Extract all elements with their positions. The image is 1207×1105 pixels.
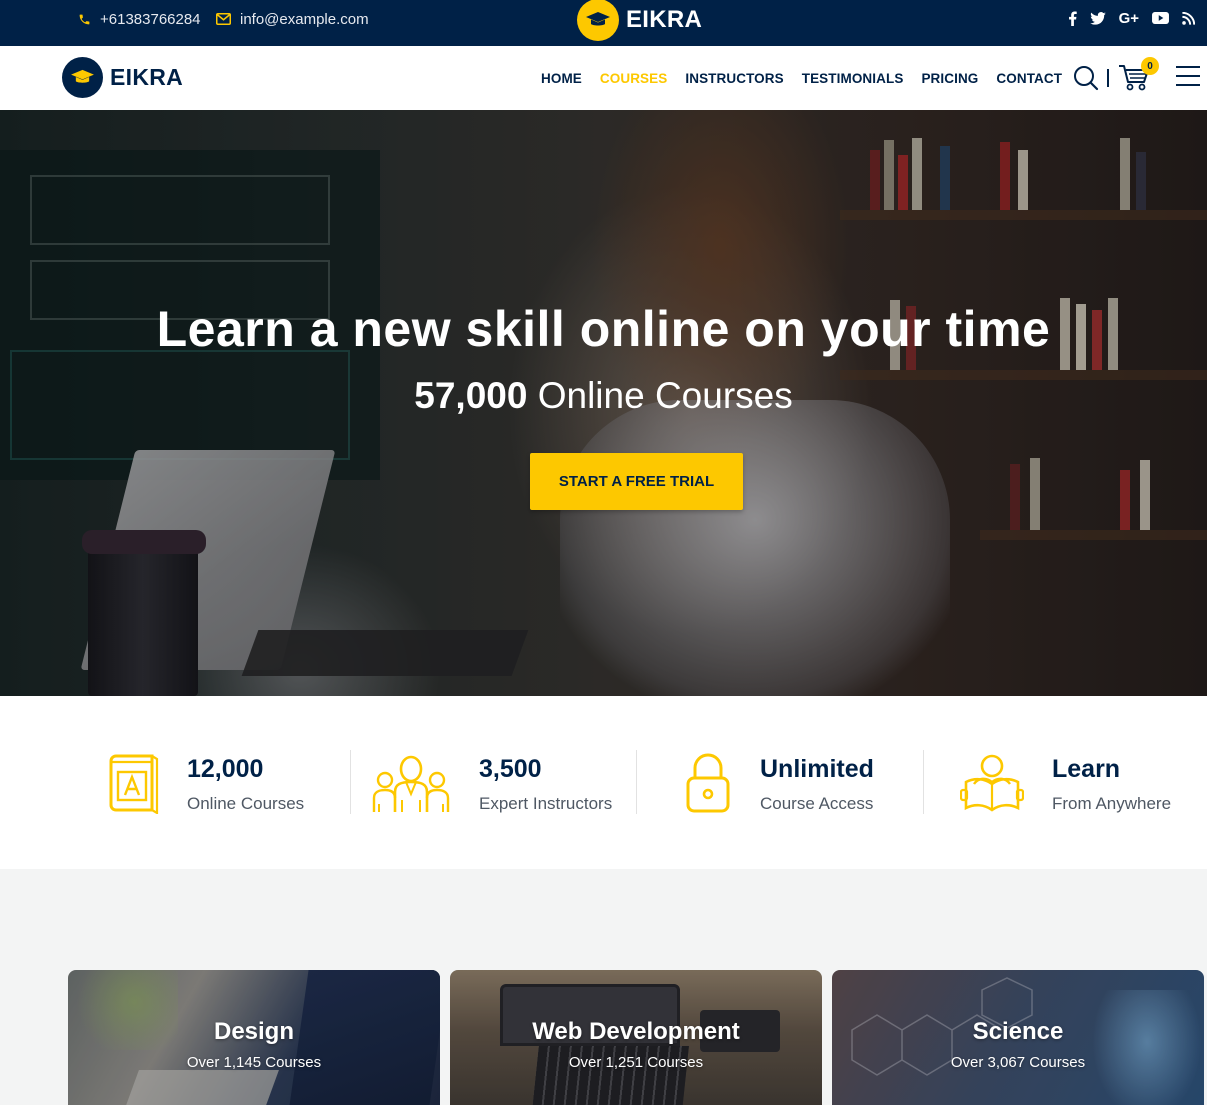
feature-label: Online Courses bbox=[187, 794, 305, 813]
top-logo[interactable]: EIKRA bbox=[577, 0, 703, 41]
email-contact[interactable]: info@example.com bbox=[216, 0, 369, 38]
lock-icon bbox=[685, 752, 731, 819]
category-title: Design bbox=[213, 1018, 294, 1045]
feature-divider bbox=[636, 750, 637, 814]
feature-unlimited-access: Unlimited Course Access bbox=[685, 748, 915, 818]
course-categories: Design Over 1,145 Courses Web Developmen… bbox=[0, 869, 1207, 1105]
feature-label: Course Access bbox=[760, 794, 874, 813]
social-links: G+ bbox=[1068, 0, 1195, 36]
hero-subtitle: 57,000 Online Courses bbox=[0, 375, 1207, 417]
top-logo-text: EIKRA bbox=[626, 6, 703, 33]
nav-divider bbox=[1107, 69, 1109, 87]
feature-number: Unlimited bbox=[760, 755, 874, 783]
feature-label: From Anywhere bbox=[1052, 794, 1172, 813]
hero-subtitle-text: Online Courses bbox=[537, 375, 793, 416]
feature-number: 12,000 bbox=[187, 755, 264, 783]
hero-course-count: 57,000 bbox=[414, 375, 528, 416]
feature-label: Expert Instructors bbox=[479, 794, 613, 813]
main-menu: HOME COURSES INSTRUCTORS TESTIMONIALS PR… bbox=[541, 46, 1080, 110]
feature-expert-instructors: 3,500 Expert Instructors bbox=[371, 748, 631, 818]
phone-contact[interactable]: +61383766284 bbox=[78, 0, 201, 38]
nav-item-pricing[interactable]: PRICING bbox=[921, 71, 978, 86]
phone-icon bbox=[79, 14, 90, 24]
feature-online-courses: 12,000 Online Courses bbox=[108, 748, 338, 818]
category-subtitle: Over 1,251 Courses bbox=[568, 1054, 704, 1071]
youtube-icon[interactable] bbox=[1152, 12, 1169, 24]
hero-banner: Learn a new skill online on your time 57… bbox=[0, 110, 1207, 696]
nav-item-instructors[interactable]: INSTRUCTORS bbox=[685, 71, 783, 86]
graduation-cap-icon bbox=[62, 57, 103, 98]
search-icon[interactable] bbox=[1073, 65, 1099, 96]
feature-learn-anywhere: Learn From Anywhere bbox=[959, 748, 1200, 819]
nav-item-testimonials[interactable]: TESTIMONIALS bbox=[802, 71, 904, 86]
email-address: info@example.com bbox=[240, 10, 369, 28]
graduation-cap-icon bbox=[577, 0, 619, 41]
reader-icon bbox=[959, 752, 1025, 819]
twitter-icon[interactable] bbox=[1089, 11, 1106, 25]
feature-divider bbox=[350, 750, 351, 814]
category-card-design[interactable]: Design Over 1,145 Courses bbox=[68, 970, 440, 1105]
nav-item-home[interactable]: HOME bbox=[541, 71, 582, 86]
nav-item-courses[interactable]: COURSES bbox=[600, 71, 667, 86]
envelope-icon bbox=[216, 13, 231, 25]
category-card-science[interactable]: Science Over 3,067 Courses bbox=[832, 970, 1204, 1105]
feature-divider bbox=[923, 750, 924, 814]
google-plus-icon[interactable]: G+ bbox=[1119, 10, 1139, 27]
book-icon bbox=[108, 752, 160, 819]
top-bar: +61383766284 info@example.com EIKRA G+ bbox=[0, 0, 1207, 46]
category-title: Web Development bbox=[532, 1018, 740, 1045]
instructors-icon bbox=[371, 752, 451, 819]
features-strip: 12,000 Online Courses 3,500 Expert Instr… bbox=[0, 696, 1207, 869]
nav-item-contact[interactable]: CONTACT bbox=[996, 71, 1062, 86]
start-free-trial-button[interactable]: START A FREE TRIAL bbox=[530, 453, 743, 510]
phone-number: +61383766284 bbox=[100, 10, 201, 28]
hamburger-menu-icon[interactable] bbox=[1176, 66, 1200, 93]
rss-icon[interactable] bbox=[1182, 11, 1195, 25]
facebook-icon[interactable] bbox=[1068, 10, 1077, 26]
category-subtitle: Over 1,145 Courses bbox=[186, 1054, 322, 1071]
brand-logo-text: EIKRA bbox=[110, 64, 184, 90]
category-title: Science bbox=[972, 1018, 1064, 1045]
feature-number: Learn bbox=[1052, 755, 1121, 783]
feature-number: 3,500 bbox=[479, 755, 542, 783]
brand-logo[interactable]: EIKRA bbox=[62, 57, 183, 98]
category-subtitle: Over 3,067 Courses bbox=[950, 1054, 1086, 1071]
cart-count-badge: 0 bbox=[1141, 57, 1159, 75]
main-navbar: EIKRA HOME COURSES INSTRUCTORS TESTIMONI… bbox=[0, 46, 1207, 110]
category-card-web-development[interactable]: Web Development Over 1,251 Courses bbox=[450, 970, 822, 1105]
hero-title: Learn a new skill online on your time bbox=[156, 301, 1051, 357]
